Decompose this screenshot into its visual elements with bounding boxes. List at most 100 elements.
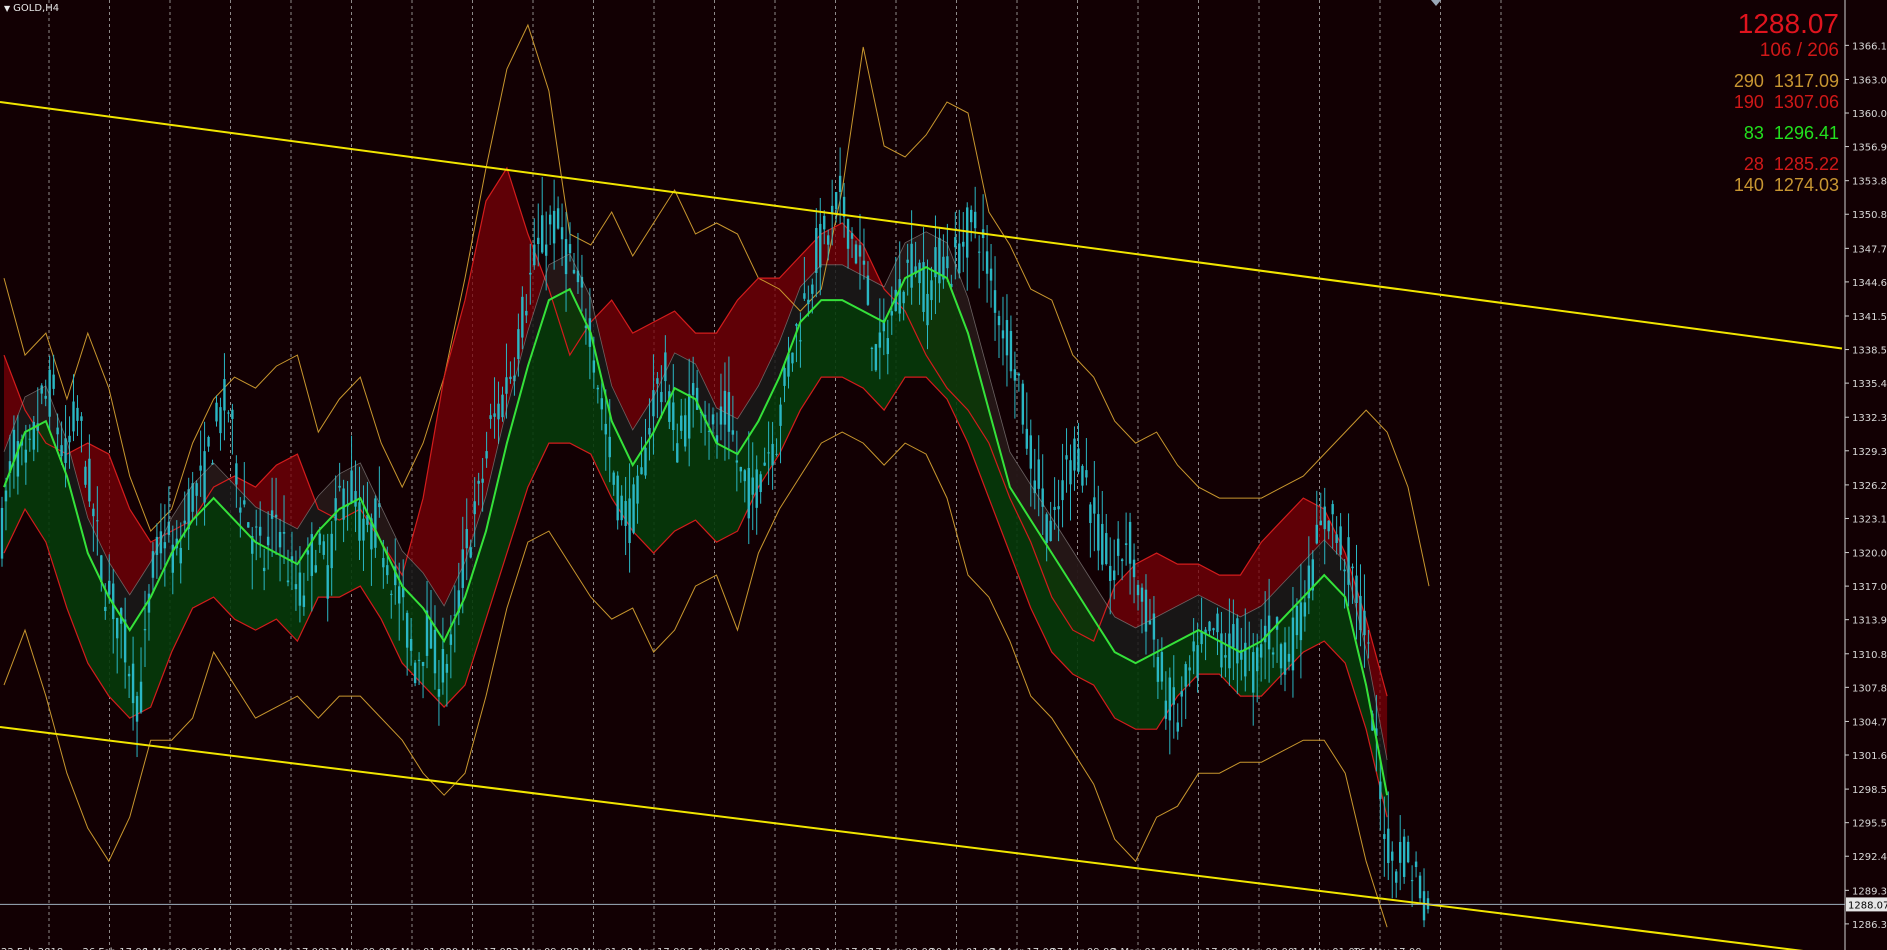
candle-body (1164, 700, 1168, 719)
candle-body (413, 662, 417, 684)
candle-body (1013, 369, 1017, 381)
candle-body (1228, 633, 1231, 669)
candle-body (127, 673, 131, 677)
candle-body (1049, 520, 1052, 542)
candle-body (691, 383, 695, 396)
candle-body (302, 595, 306, 607)
candle-body (620, 495, 623, 521)
candle-body (759, 474, 762, 493)
candle-body (997, 316, 1001, 326)
candle-body (207, 436, 210, 447)
candle-body (1021, 383, 1025, 425)
candle-body (143, 629, 147, 631)
candle-body (1029, 435, 1032, 469)
candle-body (962, 241, 965, 247)
chart-window[interactable]: { "chart_data": { "type": "candlestick",… (0, 0, 1887, 950)
candle-body (139, 681, 143, 713)
y-tick-label: 1363.05 (1852, 75, 1887, 86)
candle-body (1422, 891, 1426, 921)
candle-body (1093, 497, 1096, 514)
candle-body (1152, 613, 1156, 640)
candle-body (596, 387, 600, 390)
dropdown-triangle-icon[interactable]: ▼ (4, 4, 10, 13)
candle-body (338, 485, 341, 488)
candle-body (1299, 602, 1303, 641)
candle-body (1208, 621, 1211, 632)
candle-body (449, 634, 453, 645)
candle-body (858, 245, 862, 257)
candle-body (989, 268, 993, 281)
candle-body (231, 409, 234, 419)
candle-body (227, 412, 230, 414)
candle-body (314, 565, 317, 573)
current-price: 1288.07 (1737, 8, 1839, 39)
y-tick-label: 1292.45 (1852, 852, 1887, 863)
candle-body (672, 402, 675, 431)
y-tick-label: 1298.55 (1852, 785, 1887, 796)
candle-body (322, 541, 325, 555)
candle-body (823, 215, 826, 230)
candle-body (612, 472, 615, 485)
candle-body (64, 438, 67, 463)
spread-text: 106 / 206 (1759, 40, 1839, 61)
candle-body (1196, 645, 1199, 679)
candle-body (1244, 642, 1247, 677)
candle-body (183, 520, 186, 524)
candle-body (334, 498, 337, 521)
candle-body (608, 436, 611, 458)
candle-body (1009, 330, 1013, 372)
candle-body (1410, 880, 1414, 882)
candle-body (76, 407, 79, 421)
candle-body (660, 391, 663, 403)
candle-body (1097, 514, 1100, 551)
candle-body (60, 445, 63, 457)
candle-body (684, 415, 687, 447)
candle-body (1065, 455, 1068, 460)
price-chart-svg[interactable]: 1366.15 1363.05 1360.00 1356.95 1353.85 1350.… (0, 0, 1887, 950)
candle-body (890, 311, 893, 316)
candle-body (1017, 373, 1021, 376)
candle-body (243, 500, 246, 505)
candle-body (680, 415, 683, 431)
candle-body (604, 423, 607, 435)
candle-body (537, 237, 540, 244)
candle-body (342, 488, 345, 520)
candle-body (676, 443, 679, 463)
candle-body (711, 414, 715, 425)
candle-body (1160, 652, 1164, 682)
candle-body (636, 475, 639, 504)
candle-body (28, 438, 32, 440)
y-tick-label: 1335.45 (1852, 379, 1887, 390)
candle-body (572, 269, 576, 274)
candle-body (930, 280, 933, 301)
candle-body (40, 385, 43, 394)
candle-body (298, 572, 302, 606)
y-tick-label: 1304.70 (1852, 717, 1887, 728)
y-tick-label: 1353.85 (1852, 177, 1887, 188)
candle-body (262, 567, 266, 572)
candle-body (723, 390, 727, 425)
candle-body (286, 580, 290, 583)
candle-body (247, 522, 250, 528)
candle-body (1383, 834, 1386, 839)
candle-body (433, 629, 437, 674)
candle-body (417, 659, 421, 661)
candle-body (1057, 506, 1060, 510)
candle-body (203, 451, 206, 503)
candle-body (568, 244, 572, 254)
candle-body (390, 593, 393, 595)
candle-body (398, 586, 401, 604)
candle-body (1172, 687, 1175, 705)
candle-body (485, 451, 488, 459)
y-tick-label: 1310.85 (1852, 650, 1887, 661)
candle-body (258, 526, 262, 536)
candle-body (946, 256, 949, 269)
candle-body (469, 547, 472, 558)
candle-body (850, 233, 854, 239)
candle-body (902, 291, 905, 304)
candle-body (1220, 633, 1223, 668)
candle-body (163, 542, 167, 549)
candle-body (358, 502, 361, 541)
candle-body (918, 262, 921, 284)
candle-body (1005, 320, 1009, 356)
